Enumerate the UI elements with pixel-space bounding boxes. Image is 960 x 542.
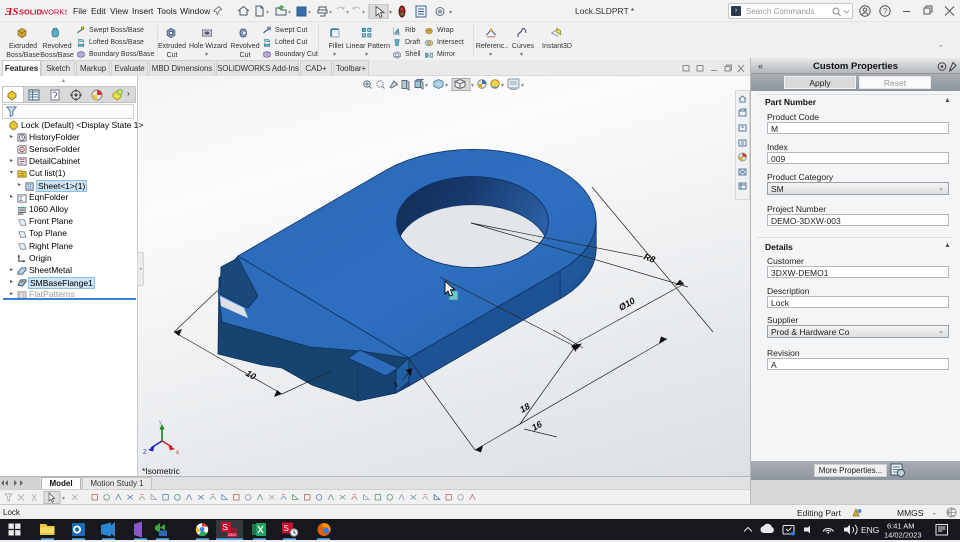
svg-text:?: ? bbox=[883, 7, 888, 16]
svg-text:▾: ▾ bbox=[362, 10, 365, 16]
svg-text:WORKS: WORKS bbox=[41, 8, 67, 17]
svg-text:▾: ▾ bbox=[308, 10, 311, 16]
svg-text:Σ: Σ bbox=[19, 196, 23, 203]
svg-text:▾: ▾ bbox=[389, 10, 392, 16]
svg-text:6:41 AM: 6:41 AM bbox=[887, 522, 915, 531]
svg-text:x: x bbox=[176, 450, 179, 456]
svg-text:▾: ▾ bbox=[449, 10, 452, 16]
svg-text:14/02/2023: 14/02/2023 bbox=[884, 531, 922, 540]
svg-text:16: 16 bbox=[530, 419, 545, 433]
svg-text:▾: ▾ bbox=[346, 10, 349, 16]
svg-text:10: 10 bbox=[244, 368, 258, 382]
svg-text:R8: R8 bbox=[642, 251, 656, 264]
svg-text:▾: ▾ bbox=[329, 10, 332, 16]
svg-text:ƎS: ƎS bbox=[5, 6, 18, 18]
svg-text:S: S bbox=[284, 524, 289, 533]
svg-text:*Isometric: *Isometric bbox=[142, 466, 181, 476]
svg-text:y: y bbox=[159, 420, 162, 426]
svg-text:S: S bbox=[223, 523, 228, 532]
svg-text:2022: 2022 bbox=[228, 533, 236, 537]
svg-text:SOLID: SOLID bbox=[19, 8, 43, 17]
svg-text:18: 18 bbox=[518, 401, 532, 415]
svg-text:Ø10: Ø10 bbox=[617, 296, 637, 313]
svg-text:Z: Z bbox=[143, 450, 147, 456]
svg-text:▾: ▾ bbox=[266, 10, 269, 16]
svg-text:▾: ▾ bbox=[288, 10, 291, 16]
svg-text:ENG: ENG bbox=[861, 525, 879, 535]
svg-text:▾: ▾ bbox=[62, 496, 65, 502]
